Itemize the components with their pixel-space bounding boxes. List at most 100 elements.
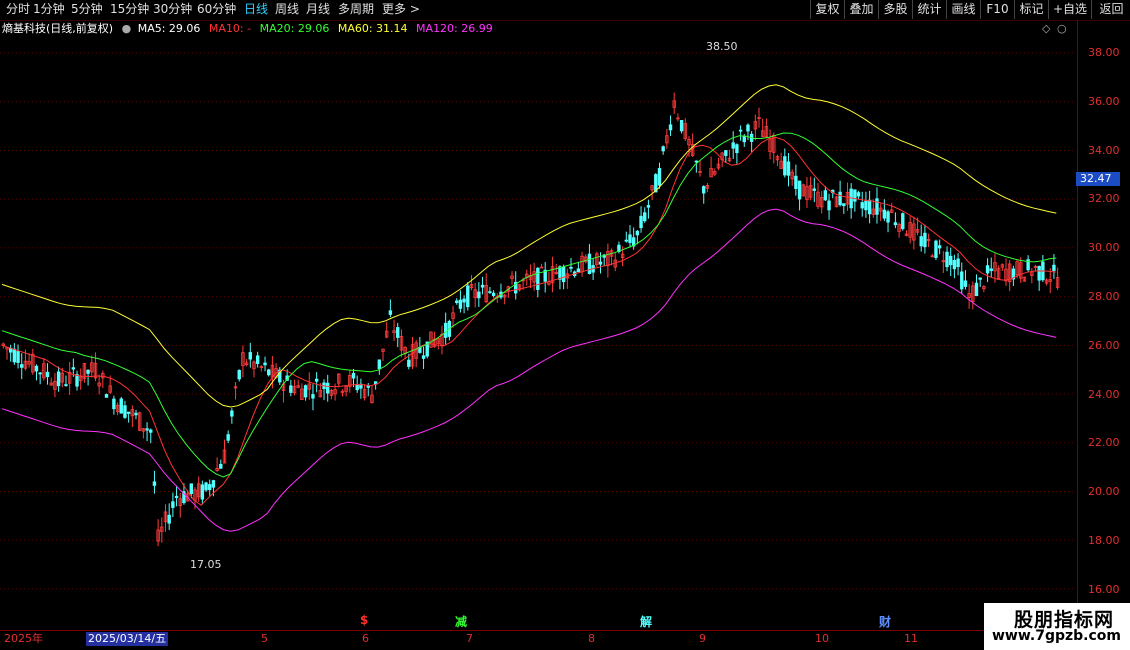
- candle-body: [171, 501, 175, 508]
- ma60-value: MA60: 31.14: [337, 22, 408, 35]
- candle-body: [303, 385, 308, 398]
- candle-body: [458, 299, 463, 309]
- candle-body: [248, 352, 252, 360]
- period-tab-monthly[interactable]: 月线: [306, 1, 330, 18]
- period-tab-1min[interactable]: 1分钟: [33, 1, 65, 18]
- month-label: 9: [699, 632, 706, 645]
- candle-body: [558, 266, 562, 280]
- settings-dot-icon[interactable]: ●: [122, 22, 132, 35]
- event-marker-unlock[interactable]: 解: [640, 613, 652, 630]
- candle-body: [827, 200, 831, 211]
- month-label: 8: [588, 632, 595, 645]
- candle-body: [639, 215, 643, 229]
- candle-body: [960, 271, 964, 290]
- price-axis-label: 30.00: [1088, 241, 1120, 254]
- candle-body: [838, 191, 842, 206]
- multi-stock-button[interactable]: 多股: [878, 0, 912, 19]
- back-button[interactable]: 返回: [1091, 0, 1130, 19]
- draw-line-button[interactable]: 画线: [946, 0, 980, 19]
- candle-body: [963, 280, 968, 287]
- period-tab-multi[interactable]: 多周期: [338, 1, 374, 18]
- candle-body: [661, 146, 665, 152]
- ma20-value: MA20: 29.06: [259, 22, 330, 35]
- month-label: 5: [261, 632, 268, 645]
- candle-body: [71, 367, 76, 370]
- overlay-button[interactable]: 叠加: [844, 0, 878, 19]
- candle-body: [112, 398, 116, 410]
- candle-body: [735, 144, 739, 154]
- candle-body: [477, 291, 481, 299]
- candle-body: [786, 161, 791, 176]
- candle-body: [635, 230, 640, 236]
- price-axis-label: 18.00: [1088, 534, 1120, 547]
- add-watchlist-button[interactable]: +自选: [1048, 0, 1091, 19]
- candle-body: [149, 429, 153, 433]
- candle-body: [956, 258, 960, 268]
- candle-body: [174, 495, 179, 498]
- candle-body: [38, 372, 42, 375]
- price-axis-label: 38.00: [1088, 46, 1120, 59]
- period-tab-fenshi[interactable]: 分时: [6, 1, 30, 18]
- statistics-button[interactable]: 统计: [912, 0, 946, 19]
- candle-body: [1037, 265, 1041, 281]
- candle-body: [731, 142, 735, 149]
- candle-body: [949, 255, 953, 266]
- candle-body: [263, 362, 267, 366]
- candle-body: [668, 124, 673, 131]
- candle-body: [64, 384, 68, 386]
- candle-body: [289, 385, 293, 393]
- candle-body: [377, 359, 382, 370]
- candle-body: [598, 261, 603, 265]
- candle-body: [56, 371, 61, 387]
- restore-rights-button[interactable]: 复权: [810, 0, 844, 19]
- candle-body: [311, 394, 315, 399]
- high-price-marker: 38.50: [706, 40, 738, 53]
- candle-body: [823, 190, 828, 201]
- period-tab-weekly[interactable]: 周线: [275, 1, 299, 18]
- candle-body: [864, 200, 868, 211]
- period-tab-5min[interactable]: 5分钟: [71, 1, 103, 18]
- candle-body: [219, 463, 223, 469]
- period-tab-15min[interactable]: 15分钟: [110, 1, 149, 18]
- candle-body: [237, 369, 241, 380]
- candle-body: [860, 202, 864, 209]
- candle-body: [204, 482, 208, 491]
- ma60-line: [1, 84, 1057, 408]
- candle-body: [624, 239, 629, 242]
- indicator-bar: 熵基科技(日线,前复权) ● MA5: 29.06 MA10: - MA20: …: [0, 21, 498, 37]
- mark-button[interactable]: 标记: [1014, 0, 1048, 19]
- ma10-line: [1, 136, 1057, 506]
- candle-body: [119, 398, 123, 414]
- event-marker-dividend[interactable]: $: [360, 613, 368, 627]
- period-tab-more[interactable]: 更多 >: [382, 1, 420, 18]
- price-axis-label: 24.00: [1088, 388, 1120, 401]
- candle-body: [794, 175, 798, 189]
- price-axis-label: 20.00: [1088, 485, 1120, 498]
- candle-body: [742, 136, 746, 143]
- candle-body: [985, 265, 990, 274]
- candle-body: [455, 300, 459, 303]
- candle-body: [945, 251, 949, 268]
- candle-body: [123, 405, 127, 418]
- f10-button[interactable]: F10: [980, 0, 1014, 19]
- candle-body: [536, 267, 540, 290]
- candlestick-chart[interactable]: [0, 38, 1078, 630]
- candle-body: [126, 411, 131, 414]
- period-tab-60min[interactable]: 60分钟: [197, 1, 236, 18]
- date-axis: 2025年 2025/03/14/五 5 6 7 8 9 10 11: [0, 630, 1130, 647]
- candle-body: [923, 232, 927, 248]
- ma120-line: [1, 208, 1057, 532]
- stock-name[interactable]: 熵基科技(日线,前复权): [2, 22, 113, 35]
- period-tab-daily[interactable]: 日线: [244, 1, 268, 18]
- diamond-icon[interactable]: ◇: [1042, 22, 1050, 35]
- candle-body: [189, 483, 194, 494]
- candle-body: [724, 150, 728, 156]
- event-marker-finance[interactable]: 财: [879, 613, 891, 630]
- candle-body: [875, 198, 879, 215]
- period-tab-30min[interactable]: 30分钟: [153, 1, 192, 18]
- candle-body: [937, 245, 942, 249]
- ma5-value: MA5: 29.06: [137, 22, 201, 35]
- candle-body: [797, 180, 802, 200]
- settings-icon[interactable]: ○: [1057, 22, 1067, 35]
- event-marker-reduce[interactable]: 减: [455, 613, 467, 630]
